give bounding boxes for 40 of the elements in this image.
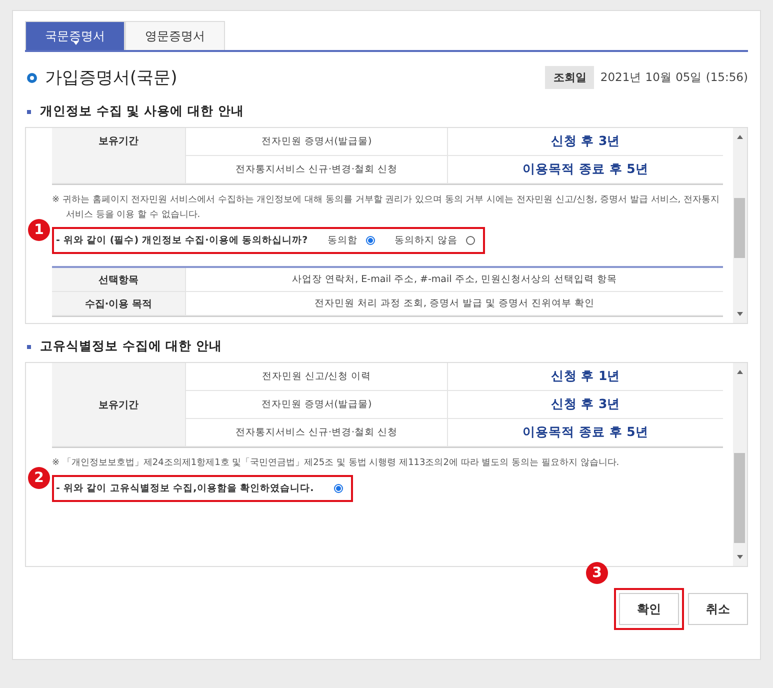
table-cell: 전자민원 처리 과정 조회, 증명서 발급 및 증명서 진위여부 확인 bbox=[185, 292, 723, 316]
table-cell: 전자통지서비스 신규·변경·철회 신청 bbox=[185, 156, 447, 184]
table-cell: 신청 후 1년 bbox=[447, 363, 723, 391]
radio-icon[interactable] bbox=[334, 484, 343, 493]
confirm-button[interactable]: 확인 bbox=[619, 593, 679, 625]
tab[interactable]: 국문증명서 bbox=[25, 21, 125, 50]
notice-text: ※ 「개인정보보호법」제24조의제1항제1호 및「국민연금법」제25조 및 동법 시행령 제113조의2에 따라 별도의 동의는 필요하지 않습니다. bbox=[52, 456, 620, 470]
table-cell: 신청 후 3년 bbox=[447, 391, 723, 419]
tab[interactable]: 영문증명서 bbox=[125, 21, 225, 50]
scrollbar[interactable] bbox=[733, 363, 747, 566]
table-cell: 신청 후 3년 bbox=[447, 128, 723, 156]
radio-option[interactable]: 동의함 bbox=[328, 234, 375, 247]
step-badge: 2 bbox=[28, 467, 50, 489]
radio-icon[interactable] bbox=[366, 236, 375, 245]
section-heading: 개인정보 수집 및 사용에 대한 안내 bbox=[27, 103, 748, 120]
step-badge: 1 bbox=[28, 219, 50, 241]
table-cell: 전자민원 증명서(발급물) bbox=[185, 128, 447, 156]
table-cell: 이용목적 종료 후 5년 bbox=[447, 419, 723, 447]
table-cell: 전자통지서비스 신규·변경·철회 신청 bbox=[185, 419, 447, 447]
radio-icon[interactable] bbox=[466, 236, 475, 245]
consent-question: - 위와 같이 (필수) 개인정보 수집·이용에 동의하십니까? bbox=[56, 234, 308, 247]
table-cell: 전자민원 증명서(발급물) bbox=[185, 391, 447, 419]
notice-text: ※ 귀하는 홈페이지 전자민원 서비스에서 수집하는 개인정보에 대해 동의를 거부할 권리가 있으며 동의 거부 시에는 전자민원 신고/신청, 증명서 발급 서비스, 전자통지서비스 등을 이용 할 수 없습니다. bbox=[52, 194, 721, 222]
table-header-cell: 보유기간 bbox=[52, 363, 185, 447]
section-heading: 고유식별정보 수집에 대한 안내 bbox=[27, 338, 748, 355]
table-cell: 이용목적 종료 후 5년 bbox=[447, 156, 723, 184]
step-badge: 3 bbox=[586, 562, 608, 584]
lookup-date: 2021년 10월 05일 (15:56) bbox=[600, 70, 748, 85]
scrollbar[interactable] bbox=[733, 128, 747, 323]
ring-icon bbox=[27, 72, 37, 82]
table-cell: 전자민원 신고/신청 이력 bbox=[185, 363, 447, 391]
table-header-cell: 수집·이용 목적 bbox=[52, 292, 185, 316]
page-title: 가입증명서(국문) bbox=[45, 67, 178, 89]
consent-question: - 위와 같이 고유식별정보 수집,이용함을 확인하였습니다. bbox=[56, 482, 314, 495]
date-label: 조회일 bbox=[545, 66, 594, 89]
radio-option[interactable]: 동의하지 않음 bbox=[394, 234, 475, 247]
table-cell: 사업장 연락처, E-mail 주소, #-mail 주소, 민원신청서상의 선택입력 항목 bbox=[185, 268, 723, 292]
table-header-cell: 선택항목 bbox=[52, 268, 185, 292]
cancel-button[interactable]: 취소 bbox=[688, 593, 748, 625]
table-header-cell: 보유기간 bbox=[52, 128, 185, 184]
